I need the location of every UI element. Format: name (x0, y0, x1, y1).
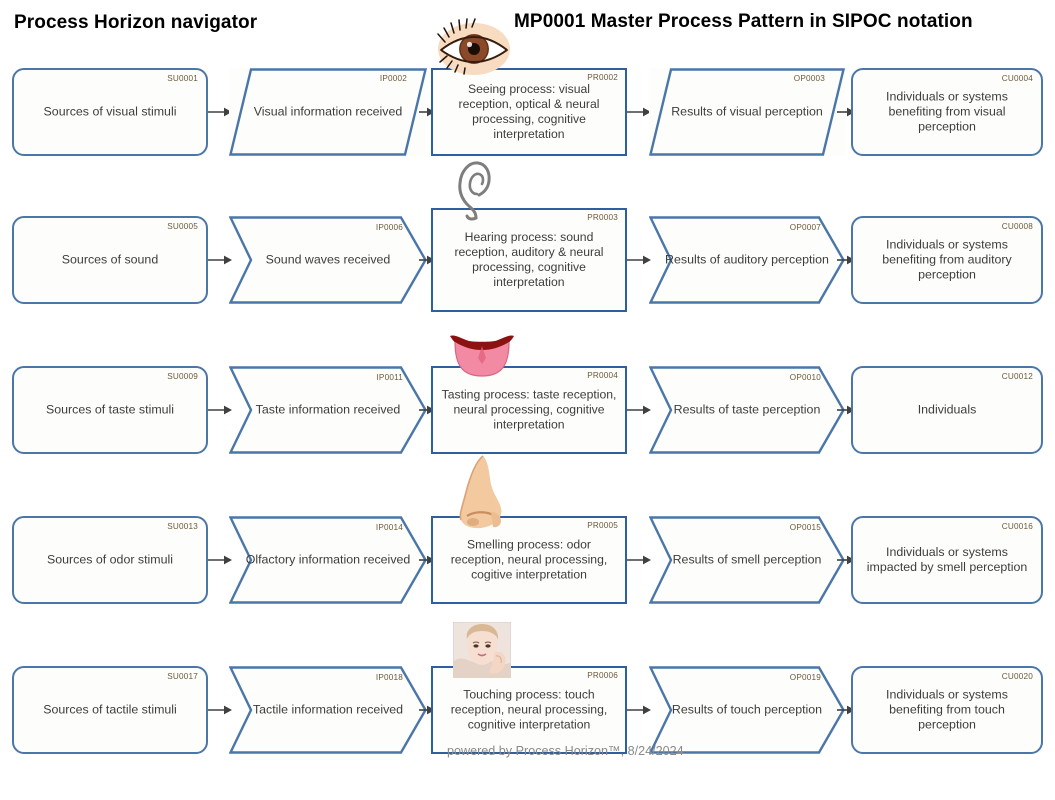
output-shape-chevron (649, 216, 845, 304)
output-shape-chevron (649, 516, 845, 604)
arrow-process-to-output (627, 106, 651, 118)
sipoc-row-hearing: SU0005 Sources of sound IP0006 Sound wav… (0, 161, 1055, 350)
input-cell[interactable]: IP0011 Taste information received (229, 366, 427, 454)
input-cell[interactable]: IP0018 Tactile information received (229, 666, 427, 754)
customer-shape (851, 666, 1043, 754)
supplier-shape (12, 68, 208, 156)
input-shape-parallelogram (229, 68, 427, 156)
customer-cell[interactable]: CU0008 Individuals or systems benefiting… (851, 216, 1043, 304)
process-shape (431, 516, 627, 604)
output-cell[interactable]: OP0007 Results of auditory perception (649, 216, 845, 304)
supplier-shape (12, 666, 208, 754)
output-shape-chevron (649, 366, 845, 454)
header-bar: Process Horizon navigator MP0001 Master … (0, 0, 1055, 44)
process-shape (431, 208, 627, 312)
customer-shape (851, 68, 1043, 156)
sipoc-row-taste: SU0009 Sources of taste stimuli IP0011 T… (0, 335, 1055, 500)
arrow-process-to-output (627, 704, 651, 716)
output-cell[interactable]: OP0010 Results of taste perception (649, 366, 845, 454)
customer-cell[interactable]: CU0004 Individuals or systems benefiting… (851, 68, 1043, 156)
supplier-cell[interactable]: SU0009 Sources of taste stimuli (12, 366, 208, 454)
supplier-cell[interactable]: SU0017 Sources of tactile stimuli (12, 666, 208, 754)
process-cell[interactable]: PR0006 Touching process: touch reception… (431, 621, 627, 754)
customer-shape (851, 216, 1043, 304)
supplier-cell[interactable]: SU0001 Sources of visual stimuli (12, 68, 208, 156)
customer-cell[interactable]: CU0012 Individuals (851, 366, 1043, 454)
process-shape (431, 366, 627, 454)
supplier-cell[interactable]: SU0005 Sources of sound (12, 216, 208, 304)
output-cell[interactable]: OP0015 Results of smell perception (649, 516, 845, 604)
input-cell[interactable]: IP0006 Sound waves received (229, 216, 427, 304)
arrow-process-to-output (627, 254, 651, 266)
footer-credit: powered by Process Horizon™, 8/24/2024 (447, 744, 684, 758)
process-cell[interactable]: PR0005 Smelling process: odor reception,… (431, 455, 627, 604)
supplier-cell[interactable]: SU0013 Sources of odor stimuli (12, 516, 208, 604)
process-cell[interactable]: PR0003 Hearing process: sound reception,… (431, 161, 627, 312)
input-shape-chevron (229, 516, 427, 604)
input-shape-chevron (229, 666, 427, 754)
sipoc-row-sight: SU0001 Sources of visual stimuli IP0002 … (0, 18, 1055, 202)
arrow-process-to-output (627, 404, 651, 416)
output-cell[interactable]: OP0019 Results of touch perception (649, 666, 845, 754)
process-shape (431, 68, 627, 156)
process-cell[interactable]: PR0004 Tasting process: taste reception,… (431, 335, 627, 454)
page-title-right: MP0001 Master Process Pattern in SIPOC n… (514, 11, 973, 32)
input-shape-chevron (229, 216, 427, 304)
arrow-process-to-output (627, 554, 651, 566)
customer-cell[interactable]: CU0016 Individuals or systems impacted b… (851, 516, 1043, 604)
customer-shape (851, 366, 1043, 454)
process-cell[interactable]: PR0002 Seeing process: visual reception,… (431, 18, 627, 156)
customer-shape (851, 516, 1043, 604)
output-shape-chevron (649, 666, 845, 754)
input-shape-chevron (229, 366, 427, 454)
output-shape-parallelogram (649, 68, 845, 156)
customer-cell[interactable]: CU0020 Individuals or systems benefiting… (851, 666, 1043, 754)
process-shape (431, 666, 627, 754)
input-cell[interactable]: IP0014 Olfactory information received (229, 516, 427, 604)
input-cell[interactable]: IP0002 Visual information received (229, 68, 427, 156)
page-title-left: Process Horizon navigator (14, 12, 258, 33)
supplier-shape (12, 516, 208, 604)
supplier-shape (12, 216, 208, 304)
output-cell[interactable]: OP0003 Results of visual perception (649, 68, 845, 156)
sipoc-row-smell: SU0013 Sources of odor stimuli IP0014 Ol… (0, 455, 1055, 650)
supplier-shape (12, 366, 208, 454)
sipoc-row-touch: SU0017 Sources of tactile stimuli IP0018… (0, 621, 1055, 800)
